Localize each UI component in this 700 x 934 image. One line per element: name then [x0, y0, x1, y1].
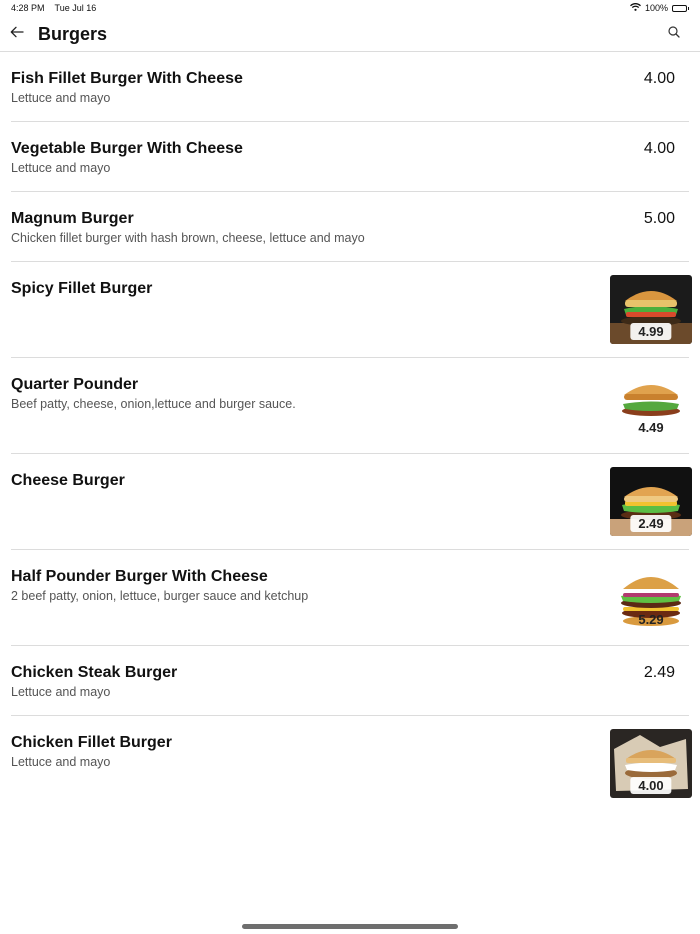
search-button[interactable]: [664, 24, 684, 44]
item-price: 2.49: [643, 664, 675, 681]
search-icon: [668, 25, 680, 43]
item-name: Quarter Pounder: [11, 376, 139, 393]
item-price: 5.29: [638, 612, 664, 627]
menu-item[interactable]: Quarter Pounder Beef patty, cheese, onio…: [11, 358, 692, 454]
page-title: Burgers: [38, 24, 108, 44]
item-price: 4.00: [643, 140, 675, 157]
item-name: Magnum Burger: [11, 210, 134, 227]
menu-item[interactable]: Magnum Burger Chicken fillet burger with…: [11, 192, 689, 262]
item-name: Cheese Burger: [11, 472, 125, 489]
burger-photo: 4.00: [610, 729, 692, 798]
menu-item[interactable]: Vegetable Burger With Cheese Lettuce and…: [11, 122, 689, 192]
item-name: Chicken Steak Burger: [11, 664, 178, 681]
battery-icon: [672, 4, 687, 12]
item-name: Chicken Fillet Burger: [11, 734, 172, 751]
item-name: Half Pounder Burger With Cheese: [11, 568, 268, 585]
menu-item[interactable]: Chicken Steak Burger Lettuce and mayo 2.…: [11, 646, 689, 716]
burger-photo: 5.29: [610, 563, 692, 632]
item-name: Vegetable Burger With Cheese: [11, 140, 243, 157]
nav-header: Burgers: [0, 18, 700, 52]
menu-item[interactable]: Half Pounder Burger With Cheese 2 beef p…: [11, 550, 692, 646]
status-bar: 4:28 PM Tue Jul 16 100%: [0, 0, 700, 18]
item-price: 4.99: [630, 323, 672, 340]
back-button[interactable]: [6, 23, 28, 45]
item-price: 2.49: [630, 515, 672, 532]
item-name: Fish Fillet Burger With Cheese: [11, 70, 243, 87]
item-description: Lettuce and mayo: [11, 755, 111, 769]
menu-item[interactable]: Spicy Fillet Burger 4.99: [11, 262, 692, 358]
item-price: 5.00: [643, 210, 675, 227]
item-description: Lettuce and mayo: [11, 91, 111, 105]
item-price: 4.00: [643, 70, 675, 87]
item-description: Lettuce and mayo: [11, 161, 111, 175]
item-description: Beef patty, cheese, onion,lettuce and bu…: [11, 397, 296, 411]
status-date: Tue Jul 16: [54, 3, 97, 13]
back-arrow-icon: [10, 25, 24, 43]
item-description: Lettuce and mayo: [11, 685, 111, 699]
item-description: 2 beef patty, onion, lettuce, burger sau…: [11, 589, 309, 603]
menu-list: Fish Fillet Burger With Cheese Lettuce a…: [0, 52, 700, 812]
burger-photo: 2.49: [610, 467, 692, 536]
item-name: Spicy Fillet Burger: [11, 280, 153, 297]
home-indicator[interactable]: [242, 924, 458, 929]
menu-item[interactable]: Cheese Burger 2.49: [11, 454, 692, 550]
battery-percentage: 100%: [644, 3, 668, 13]
item-price: 4.49: [638, 420, 664, 435]
item-description: Chicken fillet burger with hash brown, c…: [11, 231, 365, 245]
status-time: 4:28 PM: [11, 3, 45, 13]
item-price: 4.00: [630, 777, 672, 794]
wifi-icon: [630, 3, 641, 13]
menu-item[interactable]: Chicken Fillet Burger Lettuce and mayo 4…: [11, 716, 692, 812]
burger-photo: 4.49: [610, 371, 692, 440]
burger-photo: 4.99: [610, 275, 692, 344]
menu-item[interactable]: Fish Fillet Burger With Cheese Lettuce a…: [11, 52, 689, 122]
